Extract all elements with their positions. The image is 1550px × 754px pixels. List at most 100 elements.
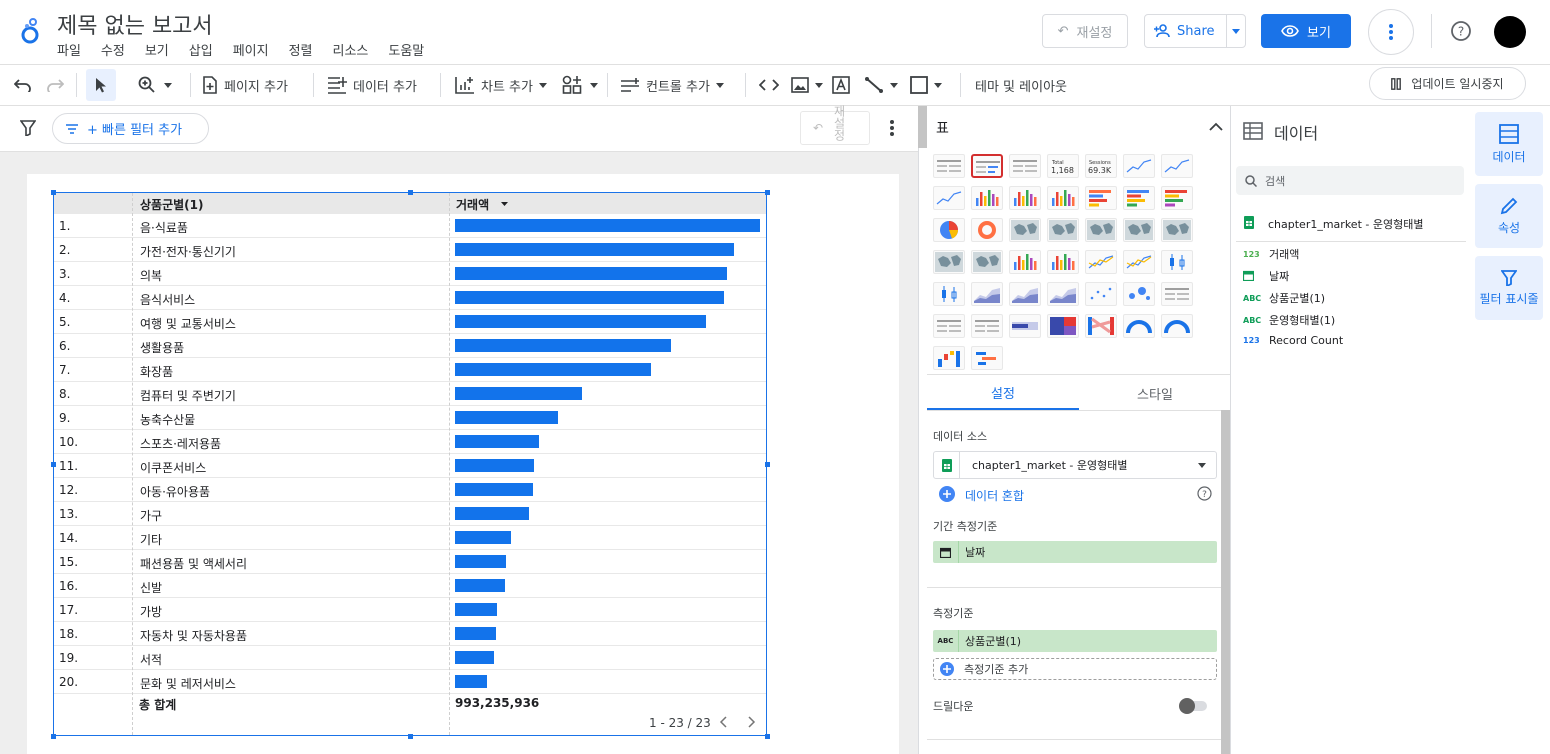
date-range-chip[interactable]: 날짜 (933, 541, 1217, 563)
add-page-button[interactable]: 페이지 추가 (202, 65, 288, 105)
drilldown-toggle[interactable] (1179, 698, 1207, 714)
tab-style[interactable]: 스타일 (1079, 376, 1231, 410)
line-icon[interactable] (864, 65, 898, 105)
filter-icon[interactable] (19, 120, 37, 139)
chart-type-line3[interactable] (1123, 250, 1155, 274)
add-dimension-button[interactable]: 측정기준 추가 (933, 658, 1217, 680)
chart-type-waterfall[interactable] (933, 346, 965, 370)
filter-reset-button[interactable]: ↶ 재설정 (800, 105, 870, 145)
chart-type-line[interactable] (933, 186, 965, 210)
chart-type-candle[interactable] (1161, 250, 1193, 274)
chart-type-candle2[interactable] (933, 282, 965, 306)
sort-desc-icon[interactable] (501, 202, 508, 206)
col-header-metric[interactable]: 거래액 (456, 196, 489, 213)
table-row[interactable]: 2. 가전·전자·통신기기 (54, 238, 766, 262)
table-row[interactable]: 10. 스포츠·레저용품 (54, 430, 766, 454)
menu-page[interactable]: 페이지 (233, 40, 269, 59)
view-button[interactable]: 보기 (1261, 14, 1351, 48)
field-item[interactable]: 123 거래액 (1243, 246, 1299, 262)
chart-type-gauge[interactable] (1123, 314, 1155, 338)
table-row[interactable]: 20. 문화 및 레저서비스 (54, 670, 766, 694)
chart-type-area3[interactable] (1047, 282, 1079, 306)
table-row[interactable]: 1. 음·식료품 (54, 214, 766, 238)
table-row[interactable]: 16. 신발 (54, 574, 766, 598)
chart-type-geo7[interactable] (971, 250, 1003, 274)
select-cursor-icon[interactable] (86, 69, 116, 101)
pause-updates-button[interactable]: 업데이트 일시중지 (1369, 67, 1526, 100)
chart-type-table-heat[interactable] (1009, 154, 1041, 178)
theme-layout-button[interactable]: 테마 및 레이아웃 (975, 65, 1067, 105)
table-row[interactable]: 15. 패션용품 및 액세서리 (54, 550, 766, 574)
table-row[interactable]: 5. 여행 및 교통서비스 (54, 310, 766, 334)
add-chart-button[interactable]: 차트 추가 (455, 65, 547, 105)
rail-data-button[interactable]: 데이터 (1475, 112, 1543, 176)
resize-handle[interactable] (51, 190, 56, 195)
field-item[interactable]: 123 Record Count (1243, 334, 1343, 347)
chart-type-table[interactable] (933, 154, 965, 178)
table-row[interactable]: 13. 가구 (54, 502, 766, 526)
chart-type-bars-v3[interactable] (1047, 186, 1079, 210)
chart-type-bars-h[interactable] (1085, 186, 1117, 210)
field-item[interactable]: 날짜 (1242, 268, 1289, 284)
chart-type-pivot[interactable] (1161, 282, 1193, 306)
table-row[interactable]: 14. 기타 (54, 526, 766, 550)
table-row[interactable]: 11. 이쿠폰서비스 (54, 454, 766, 478)
dimension-chip[interactable]: ABC 상품군별(1) (933, 630, 1217, 652)
chart-type-bars-v4[interactable] (1009, 250, 1041, 274)
text-box-icon[interactable] (832, 65, 850, 105)
embed-code-icon[interactable] (759, 65, 779, 105)
chart-type-pivot2[interactable] (933, 314, 965, 338)
looker-studio-logo-icon[interactable] (19, 16, 41, 49)
chart-type-line-spark[interactable] (1161, 154, 1193, 178)
add-control-button[interactable]: 컨트롤 추가 (620, 65, 724, 105)
redo-icon[interactable] (46, 65, 64, 105)
chart-type-pie[interactable] (933, 218, 965, 242)
canvas-scrollbar[interactable] (918, 106, 927, 148)
chart-type-treemap[interactable] (1047, 314, 1079, 338)
chart-type-sankey[interactable] (1085, 314, 1117, 338)
chart-type-geo[interactable] (1009, 218, 1041, 242)
prev-page-icon[interactable] (719, 716, 727, 731)
chart-type-pivot3[interactable] (971, 314, 1003, 338)
table-row[interactable]: 7. 화장품 (54, 358, 766, 382)
chart-type-bars-h3[interactable] (1161, 186, 1193, 210)
chart-type-geo5[interactable] (1161, 218, 1193, 242)
filter-more-icon[interactable] (890, 120, 894, 139)
more-options-icon[interactable] (1368, 9, 1414, 55)
resize-handle[interactable] (51, 462, 56, 467)
image-icon[interactable] (791, 65, 823, 105)
data-source-select[interactable]: chapter1_market - 운영형태별 (933, 451, 1217, 479)
table-row[interactable]: 18. 자동차 및 자동차용품 (54, 622, 766, 646)
resize-handle[interactable] (51, 734, 56, 739)
rail-filters-button[interactable]: 필터 표시줄 (1475, 256, 1543, 320)
share-main[interactable]: Share (1145, 15, 1228, 47)
chart-type-geo3[interactable] (1085, 218, 1117, 242)
zoom-icon[interactable] (138, 65, 172, 105)
quick-filter-button[interactable]: + 빠른 필터 추가 (52, 113, 209, 144)
chart-type-gauge2[interactable] (1161, 314, 1193, 338)
field-search-input[interactable]: 검색 (1236, 166, 1464, 195)
chart-type-bars-v2[interactable] (1009, 186, 1041, 210)
share-dropdown-icon[interactable] (1227, 28, 1245, 34)
menu-help[interactable]: 도움말 (388, 40, 424, 59)
chart-type-bars-v[interactable] (971, 186, 1003, 210)
table-row[interactable]: 9. 농축수산물 (54, 406, 766, 430)
avatar[interactable] (1494, 16, 1526, 48)
menu-view[interactable]: 보기 (145, 40, 169, 59)
chart-type-geo4[interactable] (1123, 218, 1155, 242)
resize-handle[interactable] (408, 190, 413, 195)
field-item[interactable]: ABC 상품군별(1) (1243, 290, 1325, 306)
add-blend-icon[interactable] (939, 486, 955, 502)
field-item[interactable]: ABC 운영형태별(1) (1243, 312, 1335, 328)
next-page-icon[interactable] (748, 716, 756, 731)
menu-insert[interactable]: 삽입 (189, 40, 213, 59)
share-button[interactable]: Share (1144, 14, 1246, 48)
reset-button[interactable]: ↶ 재설정 (1042, 14, 1128, 48)
menu-edit[interactable]: 수정 (101, 40, 125, 59)
table-row[interactable]: 19. 서적 (54, 646, 766, 670)
resize-handle[interactable] (765, 190, 770, 195)
table-row[interactable]: 17. 가방 (54, 598, 766, 622)
resize-handle[interactable] (765, 734, 770, 739)
resize-handle[interactable] (765, 462, 770, 467)
chart-type-donut[interactable] (971, 218, 1003, 242)
